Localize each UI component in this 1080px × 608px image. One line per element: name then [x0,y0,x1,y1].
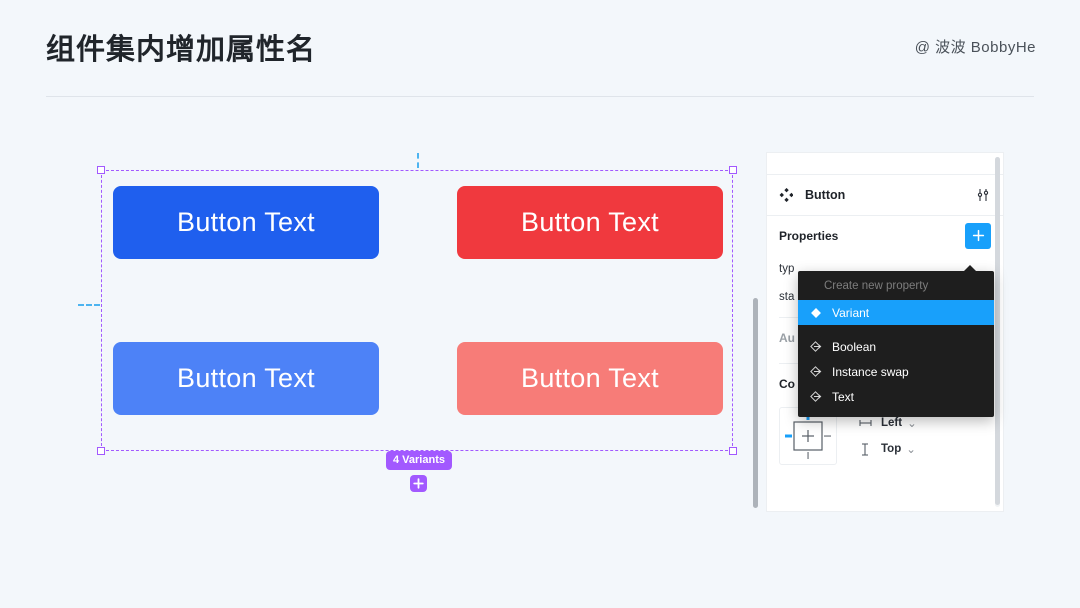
plus-icon [972,229,984,242]
vertical-constraint-icon [855,442,875,456]
menu-item-label: Variant [832,305,870,320]
plus-icon [413,478,424,489]
variant-button-danger-default[interactable]: Button Text [457,186,723,259]
alignment-guide-vertical [417,153,419,168]
menu-item-boolean[interactable]: Boolean [798,334,994,359]
app-root: 组件集内增加属性名 @ 波波 BobbyHe Button Text Butto… [0,0,1080,608]
tune-icon[interactable] [975,187,991,208]
menu-pointer [964,265,976,271]
variant-button-primary-default[interactable]: Button Text [113,186,379,259]
chevron-down-icon[interactable]: ⌄ [906,442,916,456]
resize-handle-bottom-left[interactable] [97,447,105,455]
panel-header: Button [767,175,1003,216]
diamond-arrow-icon [810,340,832,353]
resize-handle-top-right[interactable] [729,166,737,174]
constraint-horizontal[interactable]: Left ⌄ [855,416,917,430]
properties-section-head: Properties [779,216,991,255]
button-label: Button Text [177,363,315,393]
header-divider [46,96,1034,97]
menu-title: Create new property [824,280,929,292]
constraint-vertical[interactable]: Top ⌄ [855,442,917,456]
auto-layout-title: Au [779,330,795,345]
button-label: Button Text [521,363,659,393]
menu-item-variant[interactable]: Variant [798,300,994,325]
horizontal-constraint-icon [855,418,875,428]
page-header: 组件集内增加属性名 @ 波波 BobbyHe [0,0,1080,97]
variants-count-badge[interactable]: 4 Variants [386,451,452,470]
panel-scrollbar-thumb[interactable] [995,157,1000,505]
add-variant-button[interactable] [410,475,427,492]
variant-button-danger-hover[interactable]: Button Text [457,342,723,415]
property-label: sta [779,291,795,303]
property-label: typ [779,263,795,275]
menu-separator [798,325,994,334]
menu-item-text[interactable]: Text [798,384,994,409]
create-property-menu[interactable]: Create new property Variant Boolean Inst… [798,265,994,417]
chevron-down-icon[interactable]: ⌄ [907,416,917,430]
diamond-arrow-icon [810,365,832,378]
canvas-scrollbar[interactable] [753,298,758,508]
resize-handle-bottom-right[interactable] [729,447,737,455]
page-title: 组件集内增加属性名 [46,34,317,66]
component-icon [779,188,795,202]
constraints-fields: Left ⌄ Top ⌄ [855,416,917,456]
vertical-constraint-value: Top [881,443,902,455]
component-name: Button [805,188,846,202]
resize-handle-top-left[interactable] [97,166,105,174]
panel-top-strip [767,153,1003,175]
diamond-filled-icon [810,307,832,319]
add-property-button[interactable] [965,222,991,249]
constraints-title: Co [779,376,795,391]
menu-item-label: Boolean [832,339,877,354]
button-label: Button Text [521,207,659,237]
menu-item-label: Text [832,389,855,404]
horizontal-constraint-value: Left [881,417,903,429]
button-label: Button Text [177,207,315,237]
author-handle: @ 波波 BobbyHe [914,39,1036,56]
alignment-guide-horizontal [78,304,100,306]
menu-item-instance-swap[interactable]: Instance swap [798,359,994,384]
menu-item-label: Instance swap [832,364,909,379]
diamond-arrow-icon [810,390,832,403]
variant-button-primary-hover[interactable]: Button Text [113,342,379,415]
properties-title: Properties [779,228,839,243]
